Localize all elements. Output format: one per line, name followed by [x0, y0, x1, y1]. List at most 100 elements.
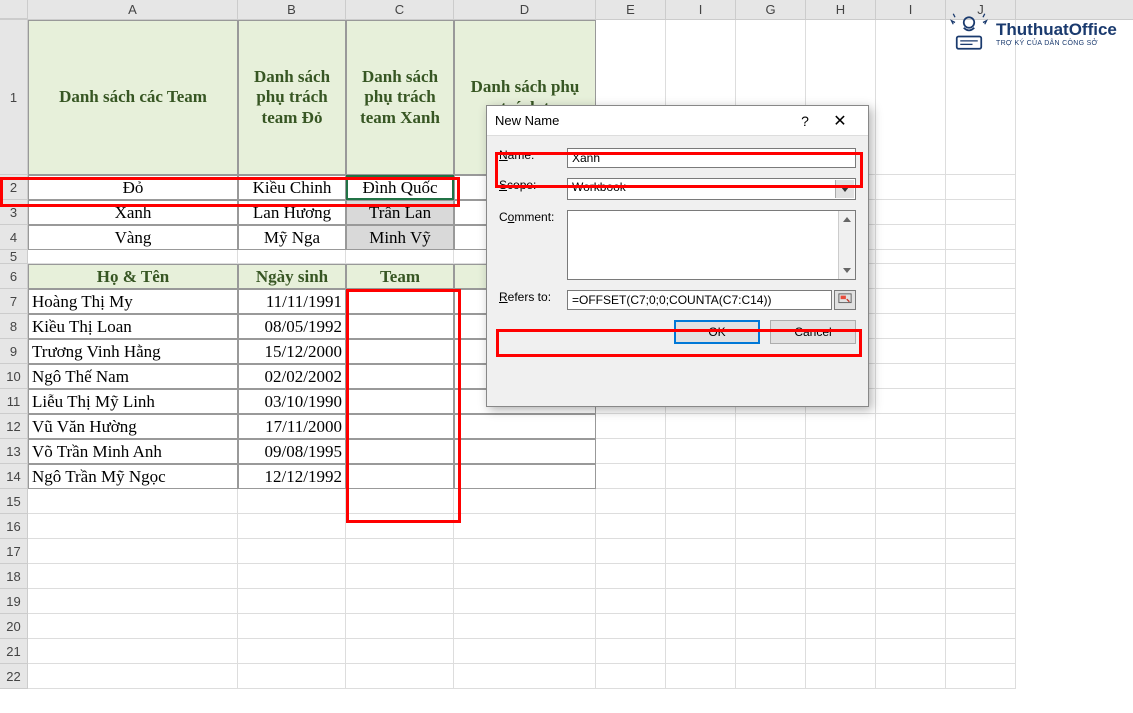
cell-C13[interactable]: [346, 439, 454, 464]
row-header-4[interactable]: 4: [0, 225, 28, 250]
ok-button[interactable]: OK: [674, 320, 760, 344]
cell-A1[interactable]: Danh sách các Team: [28, 20, 238, 175]
cell-C8[interactable]: [346, 314, 454, 339]
row-20: 20: [0, 614, 1133, 639]
col-header-D[interactable]: D: [454, 0, 596, 19]
col-header-H[interactable]: H: [806, 0, 876, 19]
refers-to-label: Refers to:: [499, 290, 567, 304]
row-header-2[interactable]: 2: [0, 175, 28, 200]
row-14: 14 Ngô Trần Mỹ Ngọc 12/12/1992: [0, 464, 1133, 489]
cell-B2[interactable]: Kiều Chinh: [238, 175, 346, 200]
cell-A10[interactable]: Ngô Thế Nam: [28, 364, 238, 389]
row-header-15[interactable]: 15: [0, 489, 28, 514]
cell-D12[interactable]: [454, 414, 596, 439]
collapse-dialog-button[interactable]: [834, 290, 856, 310]
row-header-6[interactable]: 6: [0, 264, 28, 289]
cell-C12[interactable]: [346, 414, 454, 439]
comment-label: Comment:: [499, 210, 567, 224]
row-header-10[interactable]: 10: [0, 364, 28, 389]
col-header-I[interactable]: I: [666, 0, 736, 19]
row-header-5[interactable]: 5: [0, 250, 28, 264]
row-header-18[interactable]: 18: [0, 564, 28, 589]
row-header-13[interactable]: 13: [0, 439, 28, 464]
dialog-titlebar[interactable]: New Name ? ✕: [487, 106, 868, 136]
textarea-scrollbar[interactable]: [838, 211, 855, 279]
col-header-A[interactable]: A: [28, 0, 238, 19]
col-header-G[interactable]: G: [736, 0, 806, 19]
cell-B11[interactable]: 03/10/1990: [238, 389, 346, 414]
cell-A7[interactable]: Hoàng Thị My: [28, 289, 238, 314]
cell-B9[interactable]: 15/12/2000: [238, 339, 346, 364]
cell-C3[interactable]: Trần Lan: [346, 200, 454, 225]
cell-C4[interactable]: Minh Vỹ: [346, 225, 454, 250]
cell-B6[interactable]: Ngày sinh: [238, 264, 346, 289]
row-19: 19: [0, 589, 1133, 614]
select-all-corner[interactable]: [0, 0, 28, 19]
cell-C11[interactable]: [346, 389, 454, 414]
row-header-19[interactable]: 19: [0, 589, 28, 614]
dialog-title: New Name: [495, 113, 790, 128]
cell-A14[interactable]: Ngô Trần Mỹ Ngọc: [28, 464, 238, 489]
cell-C9[interactable]: [346, 339, 454, 364]
cell-B14[interactable]: 12/12/1992: [238, 464, 346, 489]
cell-A12[interactable]: Vũ Văn Hường: [28, 414, 238, 439]
col-header-B[interactable]: B: [238, 0, 346, 19]
cell-B10[interactable]: 02/02/2002: [238, 364, 346, 389]
logo-title: ThuthuatOffice: [996, 20, 1117, 40]
cell-B4[interactable]: Mỹ Nga: [238, 225, 346, 250]
row-header-1[interactable]: 1: [0, 20, 28, 175]
col-header-E[interactable]: E: [596, 0, 666, 19]
cell-D13[interactable]: [454, 439, 596, 464]
row-header-12[interactable]: 12: [0, 414, 28, 439]
row-header-14[interactable]: 14: [0, 464, 28, 489]
refers-to-input[interactable]: [567, 290, 832, 310]
cell-C14[interactable]: [346, 464, 454, 489]
scroll-down-icon[interactable]: [839, 262, 855, 279]
new-name-dialog: New Name ? ✕ Name: Scope: Workbook Comme…: [486, 105, 869, 407]
logo-subtitle: TRỢ KÝ CỦA DÂN CÔNG SỞ: [996, 40, 1117, 47]
row-header-3[interactable]: 3: [0, 200, 28, 225]
cell-B1[interactable]: Danh sách phụ trách team Đỏ: [238, 20, 346, 175]
comment-textarea[interactable]: [567, 210, 856, 280]
dialog-help-button[interactable]: ?: [790, 113, 820, 129]
row-header-8[interactable]: 8: [0, 314, 28, 339]
cell-B3[interactable]: Lan Hương: [238, 200, 346, 225]
cell-C6[interactable]: Team: [346, 264, 454, 289]
cancel-button[interactable]: Cancel: [770, 320, 856, 344]
row-header-17[interactable]: 17: [0, 539, 28, 564]
scroll-up-icon[interactable]: [839, 211, 855, 228]
cell-B8[interactable]: 08/05/1992: [238, 314, 346, 339]
range-selector-icon: [838, 293, 852, 307]
row-header-16[interactable]: 16: [0, 514, 28, 539]
col-header-I2[interactable]: I: [876, 0, 946, 19]
cell-C7[interactable]: [346, 289, 454, 314]
dialog-close-button[interactable]: ✕: [820, 111, 860, 131]
cell-B13[interactable]: 09/08/1995: [238, 439, 346, 464]
name-input[interactable]: [567, 148, 856, 168]
watermark-logo: ThuthuatOffice TRỢ KÝ CỦA DÂN CÔNG SỞ: [948, 12, 1123, 54]
cell-A4[interactable]: Vàng: [28, 225, 238, 250]
cell-A3[interactable]: Xanh: [28, 200, 238, 225]
cell-B12[interactable]: 17/11/2000: [238, 414, 346, 439]
row-header-7[interactable]: 7: [0, 289, 28, 314]
row-17: 17: [0, 539, 1133, 564]
row-header-11[interactable]: 11: [0, 389, 28, 414]
col-header-C[interactable]: C: [346, 0, 454, 19]
scope-select[interactable]: Workbook: [567, 178, 856, 200]
cell-A6[interactable]: Họ & Tên: [28, 264, 238, 289]
name-label: Name:: [499, 148, 567, 162]
cell-D14[interactable]: [454, 464, 596, 489]
cell-B7[interactable]: 11/11/1991: [238, 289, 346, 314]
cell-A11[interactable]: Liễu Thị Mỹ Linh: [28, 389, 238, 414]
row-header-20[interactable]: 20: [0, 614, 28, 639]
cell-A13[interactable]: Võ Trần Minh Anh: [28, 439, 238, 464]
cell-A9[interactable]: Trương Vinh Hằng: [28, 339, 238, 364]
cell-C10[interactable]: [346, 364, 454, 389]
cell-C2[interactable]: Đình Quốc: [346, 175, 454, 200]
cell-A8[interactable]: Kiều Thị Loan: [28, 314, 238, 339]
row-header-22[interactable]: 22: [0, 664, 28, 689]
row-header-9[interactable]: 9: [0, 339, 28, 364]
cell-C1[interactable]: Danh sách phụ trách team Xanh: [346, 20, 454, 175]
row-header-21[interactable]: 21: [0, 639, 28, 664]
cell-A2[interactable]: Đỏ: [28, 175, 238, 200]
